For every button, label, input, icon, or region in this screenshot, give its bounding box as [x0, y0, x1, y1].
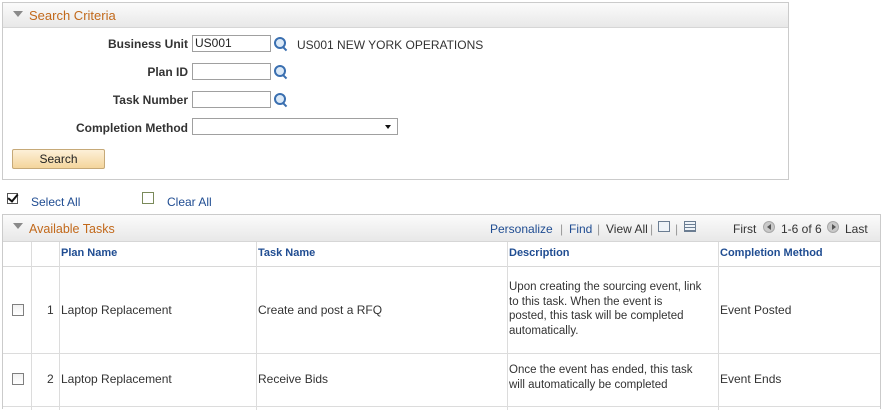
plan-id-label: Plan ID	[147, 65, 188, 79]
first-label[interactable]: First	[733, 222, 756, 236]
plan-name-cell: Laptop Replacement	[61, 303, 172, 317]
row-number: 2	[47, 372, 54, 386]
plan-id-input[interactable]	[192, 63, 271, 80]
table-row: 2 Laptop Replacement Receive Bids Once t…	[3, 354, 880, 408]
lookup-magnifier-icon[interactable]	[274, 37, 288, 52]
completion-method-cell: Event Posted	[720, 303, 792, 317]
toolbar-separator: |	[597, 222, 601, 236]
completion-method-select[interactable]	[192, 118, 398, 135]
row-divider	[3, 406, 880, 407]
last-label[interactable]: Last	[845, 222, 868, 236]
row-range: 1-6 of 6	[781, 222, 822, 236]
available-tasks-grid: Available Tasks Personalize | Find | Vie…	[2, 214, 881, 410]
toolbar-separator: |	[560, 222, 564, 236]
row-select-checkbox[interactable]	[12, 373, 24, 385]
row-select-checkbox[interactable]	[12, 304, 24, 316]
plan-name-cell: Laptop Replacement	[61, 372, 172, 386]
search-button[interactable]: Search	[12, 149, 105, 169]
column-header-plan-name[interactable]: Plan Name	[61, 247, 117, 259]
completion-method-label: Completion Method	[76, 121, 188, 135]
business-unit-label: Business Unit	[107, 37, 188, 51]
task-number-input[interactable]	[192, 91, 271, 108]
business-unit-input[interactable]: US001	[192, 35, 271, 52]
toolbar-separator: |	[650, 222, 654, 236]
next-icon[interactable]	[827, 221, 839, 233]
business-unit-description: US001 NEW YORK OPERATIONS	[297, 38, 484, 52]
table-row: 1 Laptop Replacement Create and post a R…	[3, 267, 880, 353]
collapse-triangle-icon[interactable]	[13, 223, 23, 229]
toolbar-separator: |	[675, 222, 679, 236]
row-number: 1	[47, 303, 54, 317]
personalize-link[interactable]: Personalize	[490, 222, 553, 236]
select-all-link[interactable]: Select All	[31, 195, 80, 209]
view-all-link[interactable]: View All	[606, 222, 648, 236]
clear-all-box-icon[interactable]	[142, 192, 154, 204]
lookup-magnifier-icon[interactable]	[274, 65, 288, 80]
previous-icon[interactable]	[763, 221, 775, 233]
task-number-label: Task Number	[112, 93, 188, 107]
column-header-completion-method[interactable]: Completion Method	[720, 247, 823, 259]
completion-method-cell: Event Ends	[720, 372, 782, 386]
search-criteria-panel: Search Criteria	[2, 2, 789, 180]
search-criteria-title: Search Criteria	[29, 8, 116, 23]
dropdown-arrow-icon[interactable]	[385, 125, 391, 129]
description-cell: Upon creating the sourcing event, link t…	[509, 281, 702, 337]
grid-title: Available Tasks	[29, 222, 115, 236]
search-criteria-header[interactable]: Search Criteria	[3, 3, 788, 28]
collapse-triangle-icon[interactable]	[13, 11, 23, 17]
download-grid-icon[interactable]	[684, 221, 696, 232]
column-header-description[interactable]: Description	[509, 247, 570, 259]
description-cell: Once the event has ended, this task will…	[509, 364, 693, 391]
task-name-cell: Receive Bids	[258, 372, 329, 386]
lookup-magnifier-icon[interactable]	[274, 93, 288, 108]
select-all-check-icon[interactable]	[7, 191, 19, 204]
clear-all-link[interactable]: Clear All	[167, 195, 212, 209]
zoom-icon[interactable]	[658, 221, 670, 232]
column-header-row: Plan Name Task Name Description Completi…	[3, 242, 880, 267]
task-name-cell: Create and post a RFQ	[258, 303, 383, 317]
column-header-task-name[interactable]: Task Name	[258, 247, 315, 259]
find-link[interactable]: Find	[569, 222, 592, 236]
grid-header[interactable]: Available Tasks Personalize | Find | Vie…	[3, 215, 880, 242]
